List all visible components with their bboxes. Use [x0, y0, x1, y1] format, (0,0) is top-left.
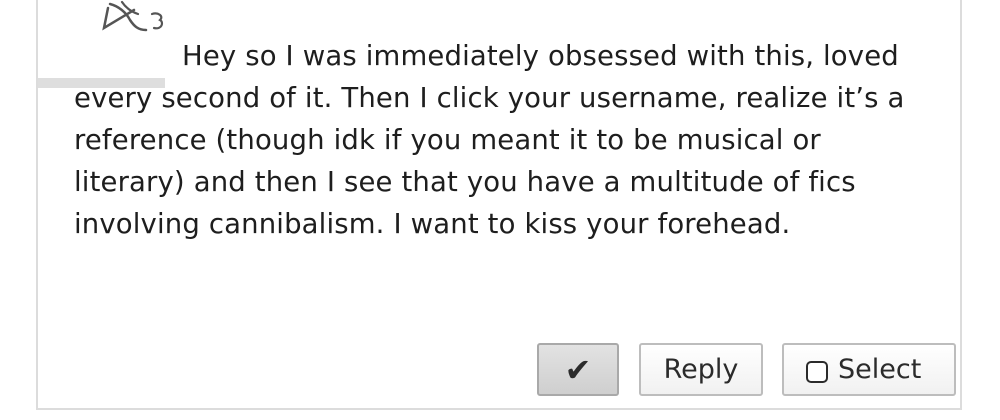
- kudos-button[interactable]: ✔: [537, 343, 619, 396]
- select-button[interactable]: Select: [782, 343, 956, 396]
- checkmark-icon: ✔: [564, 350, 592, 389]
- select-label: Select: [838, 354, 922, 385]
- comment-body: Hey so I was immediately obsessed with t…: [74, 40, 905, 240]
- reply-button[interactable]: Reply: [639, 343, 763, 396]
- comment-page: Hey so I was immediately obsessed with t…: [0, 0, 1000, 420]
- reply-label: Reply: [663, 354, 739, 385]
- checkbox-icon: [806, 360, 828, 383]
